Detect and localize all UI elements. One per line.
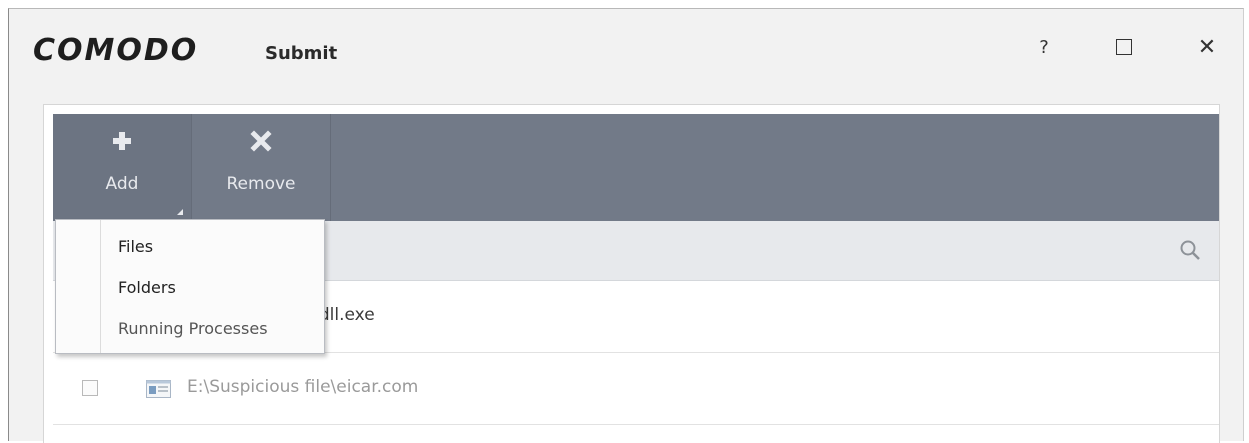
remove-label: Remove (226, 174, 296, 194)
add-button[interactable]: Add (53, 114, 192, 221)
plus-icon (113, 132, 131, 150)
comodo-logo: COMODO (33, 33, 199, 68)
title-bar: COMODO Submit ? ✕ (9, 9, 1243, 89)
file-path: E:\Suspicious file\eicar.com (187, 377, 419, 397)
x-icon (250, 130, 272, 152)
dropdown-arrow-icon (177, 209, 183, 215)
row-checkbox[interactable] (82, 380, 98, 396)
toolbar: Add Remove (53, 114, 1219, 221)
search-icon[interactable] (1179, 239, 1201, 261)
menu-gutter (56, 220, 101, 353)
menu-item-folders[interactable]: Folders (118, 278, 176, 297)
remove-button[interactable]: Remove (192, 114, 331, 221)
close-button[interactable]: ✕ (1187, 31, 1227, 63)
maximize-icon (1116, 39, 1132, 55)
submit-window: COMODO Submit ? ✕ Add Remove E:\Suspicio… (8, 8, 1244, 443)
add-dropdown-menu: Files Folders Running Processes (55, 219, 325, 354)
menu-item-files[interactable]: Files (118, 237, 153, 256)
file-icon (146, 380, 171, 398)
window-title: Submit (265, 43, 338, 64)
file-row[interactable]: E:\Suspicious file\eicar.com (53, 353, 1219, 425)
maximize-button[interactable] (1104, 31, 1144, 63)
menu-item-running-processes[interactable]: Running Processes (118, 319, 268, 338)
help-button[interactable]: ? (1024, 31, 1064, 63)
add-label: Add (105, 174, 139, 194)
